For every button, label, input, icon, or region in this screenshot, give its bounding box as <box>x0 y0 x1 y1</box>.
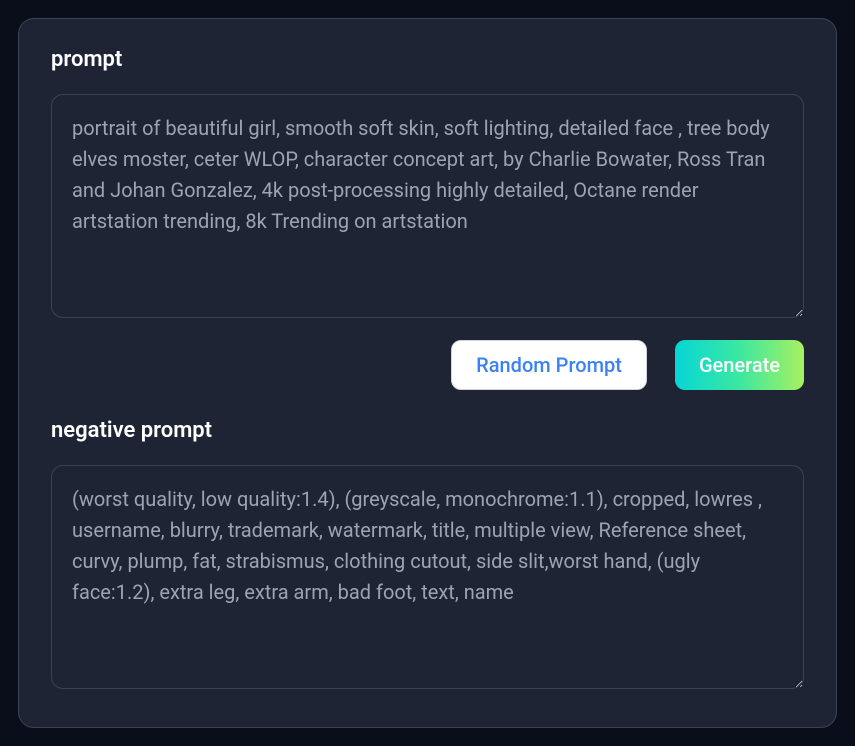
button-row: Random Prompt Generate <box>51 340 804 390</box>
prompt-textarea[interactable] <box>51 94 804 318</box>
prompt-section: prompt Random Prompt Generate <box>51 47 804 390</box>
negative-prompt-label: negative prompt <box>51 418 804 443</box>
negative-prompt-textarea[interactable] <box>51 465 804 689</box>
prompt-label: prompt <box>51 47 804 72</box>
random-prompt-button[interactable]: Random Prompt <box>451 340 647 390</box>
generate-button[interactable]: Generate <box>675 340 804 390</box>
negative-prompt-section: negative prompt <box>51 418 804 693</box>
prompt-panel: prompt Random Prompt Generate negative p… <box>18 18 837 728</box>
